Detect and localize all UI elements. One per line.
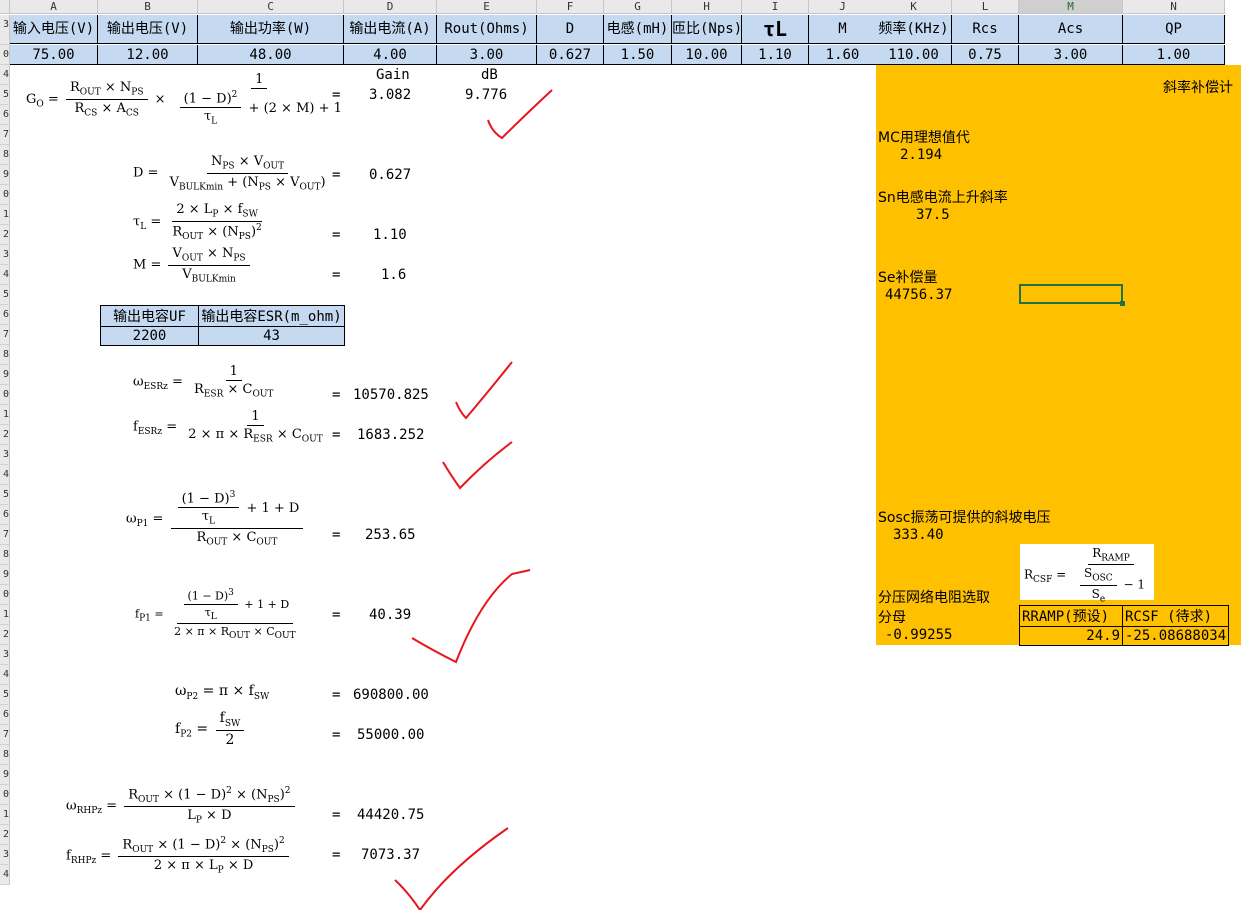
check-marks-overlay	[394, 89, 553, 910]
check-mark-icon	[394, 827, 509, 910]
check-mark-icon	[442, 441, 513, 490]
check-mark-icon	[487, 89, 553, 140]
check-mark-icon	[411, 569, 531, 664]
check-mark-icon	[455, 361, 513, 420]
